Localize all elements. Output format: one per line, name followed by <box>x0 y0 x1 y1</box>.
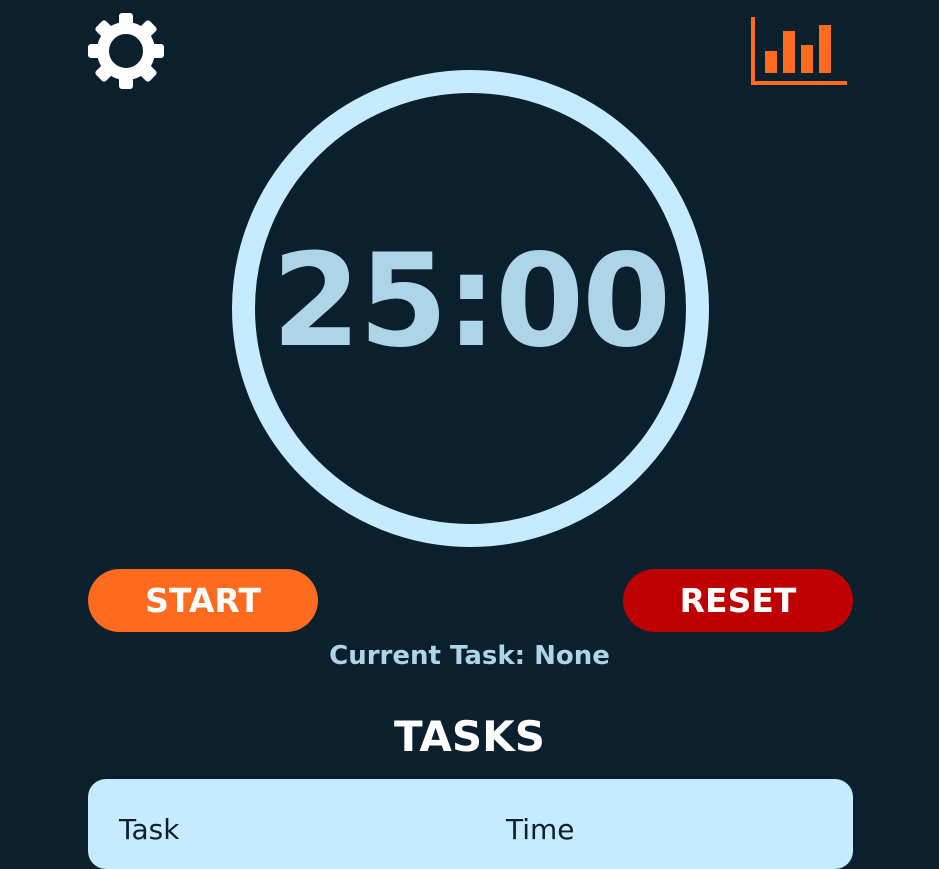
current-task-label: Current Task: None <box>329 641 610 671</box>
bar-chart-icon <box>751 17 847 85</box>
column-header-time: Time <box>506 813 575 846</box>
tasks-heading: TASKS <box>394 712 545 761</box>
settings-button[interactable] <box>86 11 166 91</box>
timer-display: 25:00 <box>271 227 671 376</box>
tasks-table: Task Time <box>88 779 853 869</box>
statistics-button[interactable] <box>749 15 849 87</box>
reset-button[interactable]: RESET <box>623 569 853 632</box>
gear-icon <box>88 13 164 89</box>
column-header-task: Task <box>119 813 180 846</box>
start-button[interactable]: START <box>88 569 318 632</box>
